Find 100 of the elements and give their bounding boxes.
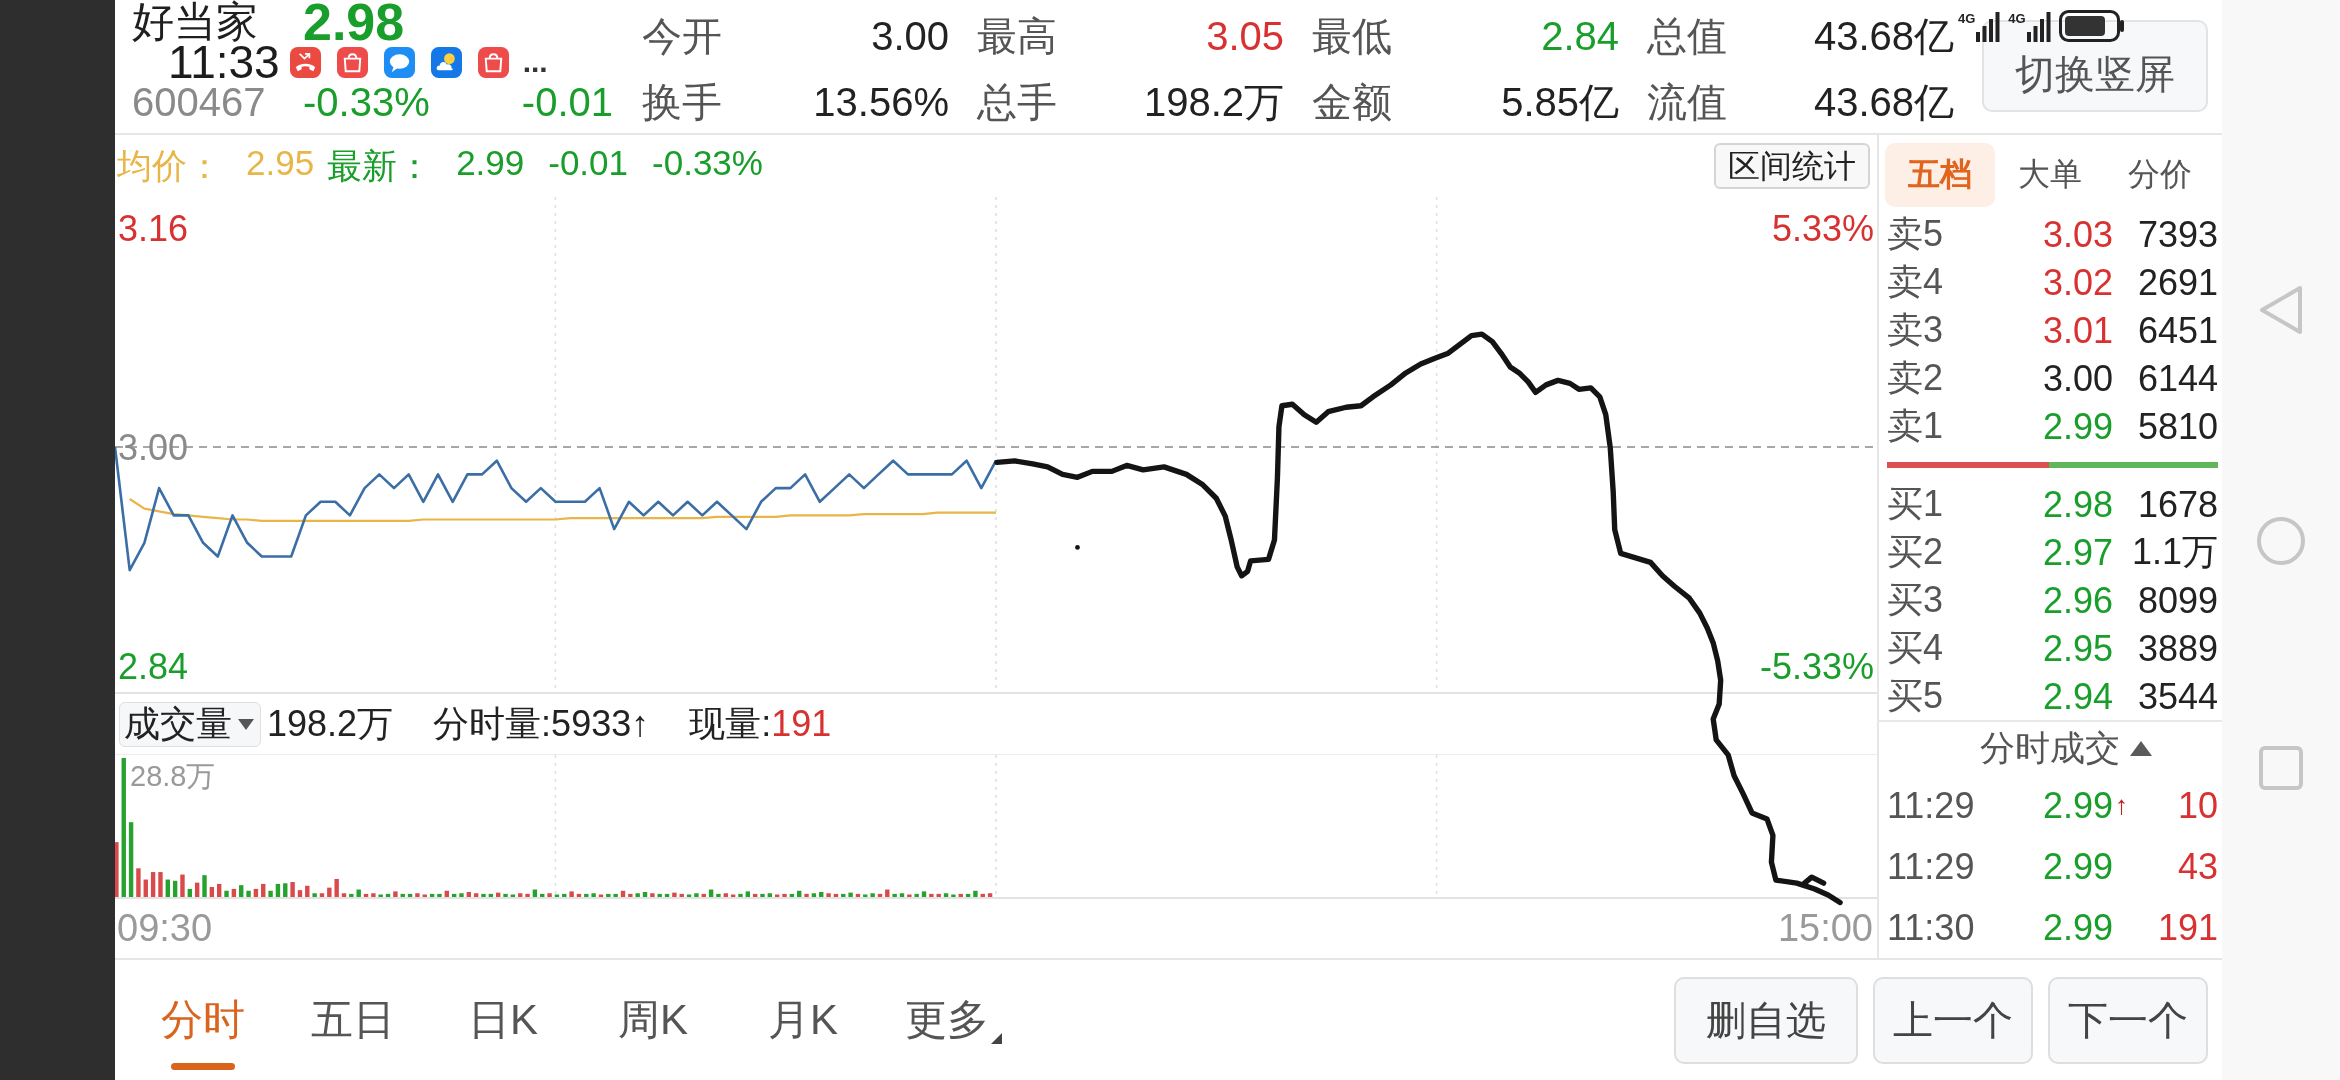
legend-label: 均价： <box>117 144 222 187</box>
volume-bar <box>290 882 295 897</box>
chart-period-tab[interactable]: 分时 <box>128 970 278 1070</box>
remove-watchlist-button[interactable]: 删自选 <box>1674 976 1858 1064</box>
volume-bar <box>951 894 956 897</box>
home-icon[interactable] <box>2256 516 2306 566</box>
trade-time: 11:29 <box>1887 784 1976 827</box>
stat-label: 总手 <box>977 78 1057 126</box>
volume-bar <box>275 883 281 897</box>
volume-bar <box>797 890 802 897</box>
volume-bar <box>231 888 237 897</box>
shopping-bag-icon <box>477 46 509 78</box>
volume-bar <box>914 893 919 897</box>
weather-icon <box>430 46 462 78</box>
volume-bar <box>400 893 405 897</box>
volume-bar <box>606 893 611 897</box>
volume-bar <box>444 890 449 897</box>
volume-total: 198.2万 <box>267 701 394 746</box>
stat-label: 金额 <box>1312 78 1392 126</box>
volume-bar <box>540 893 545 897</box>
price-axis-label: 2.84 <box>118 646 189 687</box>
stat-value: 2.84 <box>1541 13 1619 59</box>
order-book-tab[interactable]: 大单 <box>1995 143 2105 207</box>
time-axis-label: 15:00 <box>1777 907 1873 950</box>
price-change: -0.01 <box>521 79 613 125</box>
network-type: 4G <box>1958 12 1976 25</box>
volume-bar <box>378 894 383 897</box>
volume-bar <box>547 893 552 897</box>
volume-bar <box>701 893 706 897</box>
chart-period-tab[interactable]: 五日 <box>278 970 428 1070</box>
reading-label: 现量: <box>689 702 772 744</box>
volume-bar <box>848 892 853 897</box>
order-price: 2.97 <box>2041 531 2113 574</box>
volume-bar <box>723 893 728 897</box>
volume-bar <box>180 874 185 897</box>
legend-value: 2.99 <box>456 142 525 184</box>
trade-volume: 43 <box>2176 845 2218 888</box>
volume-bar <box>752 893 758 897</box>
stat-label: 最低 <box>1312 12 1392 60</box>
volume-bar <box>584 893 589 897</box>
volume-bar <box>965 893 971 897</box>
volume-bar <box>297 890 303 897</box>
stat-value: 5.85亿 <box>1501 78 1619 126</box>
next-stock-button[interactable]: 下一个 <box>2048 976 2208 1064</box>
volume-bar <box>246 890 251 897</box>
volume-bar <box>686 894 692 897</box>
stat-value: 43.68亿 <box>1813 12 1954 60</box>
volume-bar <box>664 893 670 897</box>
volume-selector[interactable]: 成交量 <box>119 701 261 747</box>
volume-bar <box>973 890 978 897</box>
back-icon[interactable] <box>2258 284 2304 336</box>
order-level-label: 买3 <box>1887 578 1945 622</box>
recents-icon[interactable] <box>2259 746 2303 790</box>
volume-bar <box>907 894 912 897</box>
volume-bar <box>150 872 156 897</box>
stock-code: 600467 <box>132 79 267 125</box>
signal-icon <box>2026 12 2051 42</box>
order-volume: 6451 <box>2136 309 2218 352</box>
volume-bar <box>980 893 985 897</box>
previous-stock-button[interactable]: 上一个 <box>1873 976 2033 1064</box>
volume-bar <box>716 893 721 897</box>
volume-bar <box>136 868 141 897</box>
volume-bar <box>356 889 361 897</box>
volume-bar <box>334 878 339 897</box>
volume-bar <box>826 893 831 897</box>
stat-label: 今开 <box>642 12 722 60</box>
order-volume: 5810 <box>2136 405 2218 448</box>
volume-bar <box>576 893 582 897</box>
order-level-label: 卖4 <box>1887 260 1945 304</box>
order-price: 2.99 <box>2041 405 2113 448</box>
chart-period-tab[interactable]: 更多 <box>878 970 1028 1070</box>
volume-bar <box>393 891 398 897</box>
chart-period-tab[interactable]: 日K <box>428 970 578 1070</box>
trades-toggle[interactable]: 分时成交 <box>1979 725 2152 772</box>
order-level-label: 卖3 <box>1887 308 1945 352</box>
volume-bar <box>283 883 288 897</box>
time-axis-label: 09:30 <box>117 907 213 950</box>
order-price: 2.96 <box>2041 579 2113 622</box>
volume-bar <box>327 887 332 897</box>
volume-bar <box>202 875 207 897</box>
volume-bar <box>518 893 523 897</box>
volume-bar <box>217 883 222 897</box>
trade-price: 2.99 <box>2043 906 2114 949</box>
volume-bar <box>899 893 905 897</box>
reference-line-label: 3.00 <box>118 427 189 468</box>
volume-bar <box>158 872 163 897</box>
volume-bar <box>349 893 354 897</box>
status-time: 11:33 <box>168 44 280 80</box>
order-level-label: 买1 <box>1887 482 1945 526</box>
volume-bar <box>224 890 229 897</box>
volume-bar <box>481 893 486 897</box>
volume-bar <box>841 893 846 897</box>
order-book-tab[interactable]: 分价 <box>2105 143 2215 207</box>
volume-bar <box>261 883 266 897</box>
volume-bar <box>929 893 934 897</box>
chart-period-tab[interactable]: 月K <box>728 970 878 1070</box>
order-volume: 8099 <box>2136 579 2218 622</box>
range-stats-button[interactable]: 区间统计 <box>1714 143 1870 189</box>
legend-label: 最新： <box>327 144 433 187</box>
chart-period-tab[interactable]: 周K <box>578 970 728 1070</box>
